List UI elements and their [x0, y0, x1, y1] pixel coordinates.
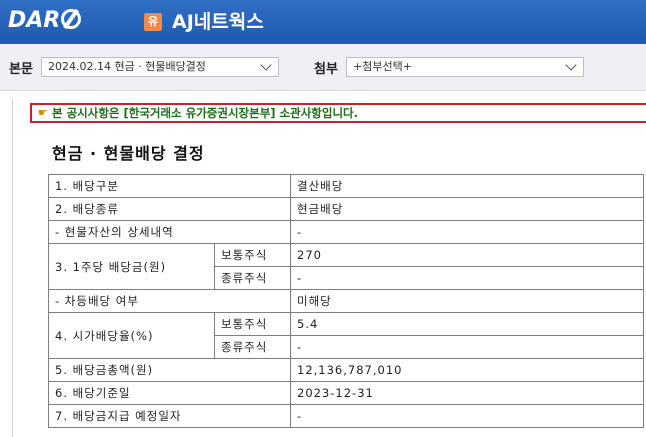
table-row: - 차등배당 여부 미해당 — [48, 289, 644, 313]
attachment-select-value: +첨부선택+ — [353, 60, 412, 73]
attachment-select[interactable]: +첨부선택+ — [346, 57, 584, 77]
document-viewer[interactable]: ☛ 본 공시사항은 [한국거래소 유가증권시장본부] 소관사항입니다. 현금 ·… — [0, 91, 646, 437]
attachment-label: 첨부 — [314, 62, 338, 77]
row-value: - — [290, 335, 644, 359]
row-sublabel: 보통주식 — [214, 312, 291, 336]
page-title: 현금 · 현물배당 결정 — [52, 144, 205, 163]
row-value: 5.4 — [290, 312, 644, 336]
row-label: - 차등배당 여부 — [48, 289, 291, 313]
table-row: 2. 배당종류 현금배당 — [48, 197, 644, 221]
row-value: 현금배당 — [290, 197, 644, 221]
row-sublabel: 종류주식 — [214, 335, 291, 359]
jurisdiction-notice: ☛ 본 공시사항은 [한국거래소 유가증권시장본부] 소관사항입니다. — [30, 103, 646, 123]
row-sublabel: 보통주식 — [214, 243, 291, 267]
logo-text: DAR — [8, 8, 61, 33]
table-row: 5. 배당금총액(원) 12,136,787,010 — [48, 358, 644, 382]
company-name: AJ네트웍스 — [172, 11, 264, 33]
row-label: 2. 배당종류 — [48, 197, 291, 221]
main-doc-select-value: 2024.02.14 현금 · 현물배당결정 — [48, 60, 206, 73]
row-value: 270 — [290, 243, 644, 267]
row-label: 3. 1주당 배당금(원) — [48, 243, 215, 290]
row-value: 12,136,787,010 — [290, 358, 644, 382]
table-row: 3. 1주당 배당금(원) 보통주식 270 — [48, 243, 644, 290]
row-label: 6. 배당기준일 — [48, 381, 291, 405]
pointing-hand-icon: ☛ — [38, 106, 48, 119]
table-row: - 현물자산의 상세내역 - — [48, 220, 644, 244]
viewer-border — [12, 99, 13, 437]
table-row: 4. 시가배당율(%) 보통주식 5.4 — [48, 312, 644, 359]
row-label: 7. 배당금지급 예정일자 — [48, 404, 291, 428]
row-label: 1. 배당구분 — [48, 174, 291, 198]
row-value: 2023-12-31 — [290, 381, 644, 405]
row-value: 결산배당 — [290, 174, 644, 198]
table-row: 7. 배당금지급 예정일자 - — [48, 404, 644, 428]
dart-logo[interactable]: DAR — [8, 6, 82, 36]
notice-text: 본 공시사항은 [한국거래소 유가증권시장본부] 소관사항입니다. — [52, 106, 358, 120]
main-doc-select[interactable]: 2024.02.14 현금 · 현물배당결정 — [41, 57, 279, 77]
market-badge: 유 — [144, 13, 162, 31]
row-label: 5. 배당금총액(원) — [48, 358, 291, 382]
row-sublabel: 종류주식 — [214, 266, 291, 290]
table-row: 6. 배당기준일 2023-12-31 — [48, 381, 644, 405]
row-label: 4. 시가배당율(%) — [48, 312, 215, 359]
row-value: 미해당 — [290, 289, 644, 313]
chevron-down-icon — [565, 59, 577, 71]
row-value: - — [290, 404, 644, 428]
top-header: DAR 유 AJ네트웍스 — [0, 0, 646, 44]
logo-mark-icon — [61, 9, 82, 29]
document-toolbar: 본문 2024.02.14 현금 · 현물배당결정 첨부 +첨부선택+ — [0, 44, 646, 91]
table-row: 1. 배당구분 결산배당 — [48, 174, 644, 198]
main-doc-label: 본문 — [9, 62, 33, 77]
dividend-table: 1. 배당구분 결산배당 2. 배당종류 현금배당 - 현물자산의 상세내역 -… — [48, 174, 644, 428]
row-label: - 현물자산의 상세내역 — [48, 220, 291, 244]
row-value: - — [290, 266, 644, 290]
row-value: - — [290, 220, 644, 244]
chevron-down-icon — [260, 59, 272, 71]
